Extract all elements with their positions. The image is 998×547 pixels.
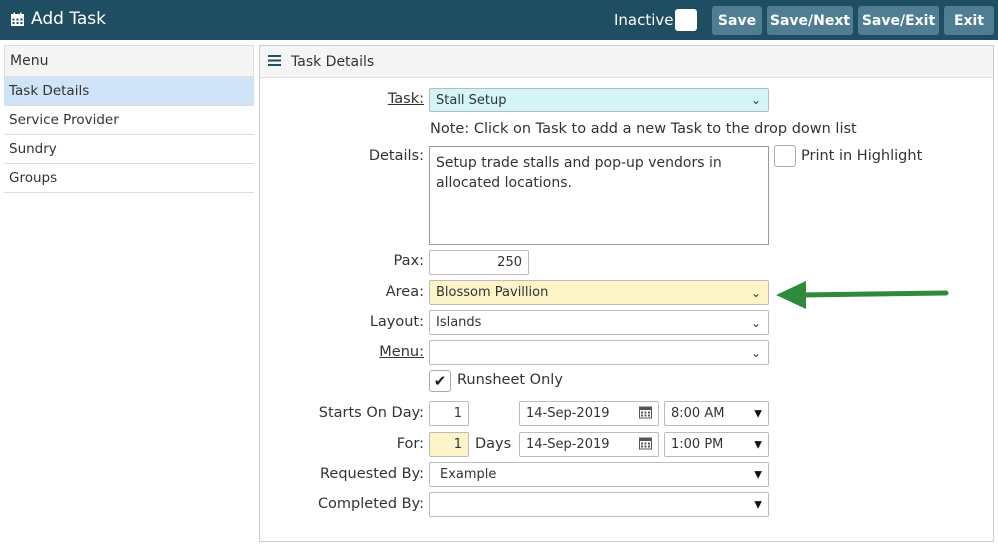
panel-title: Task Details bbox=[291, 53, 375, 70]
arrow-left-icon bbox=[776, 281, 949, 309]
for-days-input[interactable]: 1 bbox=[429, 432, 469, 457]
completed-by-label: Completed By: bbox=[317, 496, 424, 512]
for-days-value: 1 bbox=[453, 437, 462, 452]
sidebar-heading: Menu bbox=[4, 45, 254, 77]
starts-time-select[interactable]: 8:00 AM ▼ bbox=[664, 401, 769, 426]
calendar-icon bbox=[10, 12, 25, 27]
caret-down-icon: ▼ bbox=[754, 439, 762, 450]
inactive-checkbox[interactable] bbox=[675, 9, 697, 31]
starts-day-input[interactable]: 1 bbox=[429, 401, 469, 426]
chevron-down-icon: ⌄ bbox=[750, 93, 761, 107]
exit-button[interactable]: Exit bbox=[944, 6, 994, 35]
starts-date-input[interactable]: 14-Sep-2019 bbox=[519, 401, 659, 426]
starts-day-value: 1 bbox=[453, 406, 462, 421]
chevron-down-icon: ⌄ bbox=[750, 315, 761, 330]
checkmark-icon: ✔ bbox=[433, 372, 447, 390]
menu-select[interactable]: ⌄ bbox=[429, 340, 769, 365]
starts-date-value: 14-Sep-2019 bbox=[526, 406, 610, 421]
layout-value: Islands bbox=[436, 315, 482, 330]
details-label: Details: bbox=[368, 148, 424, 164]
sidebar-item-groups[interactable]: Groups bbox=[4, 164, 254, 193]
layout-label: Layout: bbox=[369, 314, 424, 330]
days-label: Days bbox=[475, 436, 512, 452]
sidebar-item-service-provider[interactable]: Service Provider bbox=[4, 106, 254, 135]
save-exit-button[interactable]: Save/Exit bbox=[858, 6, 939, 35]
caret-down-icon: ▼ bbox=[754, 408, 762, 419]
completed-by-select[interactable]: ▼ bbox=[429, 492, 769, 517]
pax-value: 250 bbox=[497, 255, 522, 270]
calendar-icon[interactable] bbox=[639, 405, 652, 422]
print-highlight-checkbox[interactable] bbox=[774, 145, 796, 167]
menu-label[interactable]: Menu: bbox=[264, 344, 424, 360]
print-highlight-label: Print in Highlight bbox=[801, 148, 923, 164]
for-time-value: 1:00 PM bbox=[671, 437, 724, 452]
save-next-button[interactable]: Save/Next bbox=[767, 6, 853, 35]
requested-by-label: Requested By: bbox=[320, 466, 424, 482]
area-label: Area: bbox=[385, 284, 424, 300]
task-note: Note: Click on Task to add a new Task to… bbox=[430, 121, 857, 137]
calendar-icon[interactable] bbox=[639, 436, 652, 453]
caret-down-icon: ▼ bbox=[754, 469, 762, 480]
pax-label: Pax: bbox=[393, 253, 424, 269]
sidebar-item-task-details[interactable]: Task Details bbox=[4, 77, 254, 106]
layout-select[interactable]: Islands ⌄ bbox=[429, 310, 769, 335]
sidebar: Menu Task Details Service Provider Sundr… bbox=[4, 45, 254, 193]
starts-time-value: 8:00 AM bbox=[671, 406, 725, 421]
page-title: Add Task bbox=[10, 9, 106, 29]
for-date-input[interactable]: 14-Sep-2019 bbox=[519, 432, 659, 457]
runsheet-checkbox[interactable]: ✔ bbox=[429, 370, 451, 392]
area-value: Blossom Pavillion bbox=[436, 285, 549, 300]
inactive-label: Inactive bbox=[614, 11, 674, 29]
runsheet-label: Runsheet Only bbox=[457, 372, 563, 388]
for-label: For: bbox=[396, 436, 424, 452]
chevron-down-icon: ⌄ bbox=[750, 285, 761, 300]
pax-input[interactable]: 250 bbox=[429, 250, 529, 275]
requested-by-value: Example bbox=[440, 467, 497, 482]
hamburger-icon[interactable] bbox=[268, 54, 281, 70]
area-select[interactable]: Blossom Pavillion ⌄ bbox=[429, 280, 769, 305]
for-time-select[interactable]: 1:00 PM ▼ bbox=[664, 432, 769, 457]
requested-by-select[interactable]: Example ▼ bbox=[429, 462, 769, 487]
task-label[interactable]: Task: bbox=[264, 91, 424, 107]
chevron-down-icon: ⌄ bbox=[750, 345, 761, 360]
caret-down-icon: ▼ bbox=[754, 499, 762, 510]
starts-on-day-label: Starts On Day: bbox=[318, 405, 424, 421]
task-select[interactable]: Stall Setup ⌄ bbox=[429, 88, 769, 112]
panel-header: Task Details bbox=[260, 46, 993, 78]
save-button[interactable]: Save bbox=[712, 6, 762, 35]
task-value: Stall Setup bbox=[436, 92, 507, 108]
page-title-text: Add Task bbox=[31, 9, 107, 29]
sidebar-item-sundry[interactable]: Sundry bbox=[4, 135, 254, 164]
top-bar: Add Task Inactive Save Save/Next Save/Ex… bbox=[0, 0, 998, 40]
details-textarea[interactable]: Setup trade stalls and pop-up vendors in… bbox=[429, 146, 769, 245]
for-date-value: 14-Sep-2019 bbox=[526, 437, 610, 452]
